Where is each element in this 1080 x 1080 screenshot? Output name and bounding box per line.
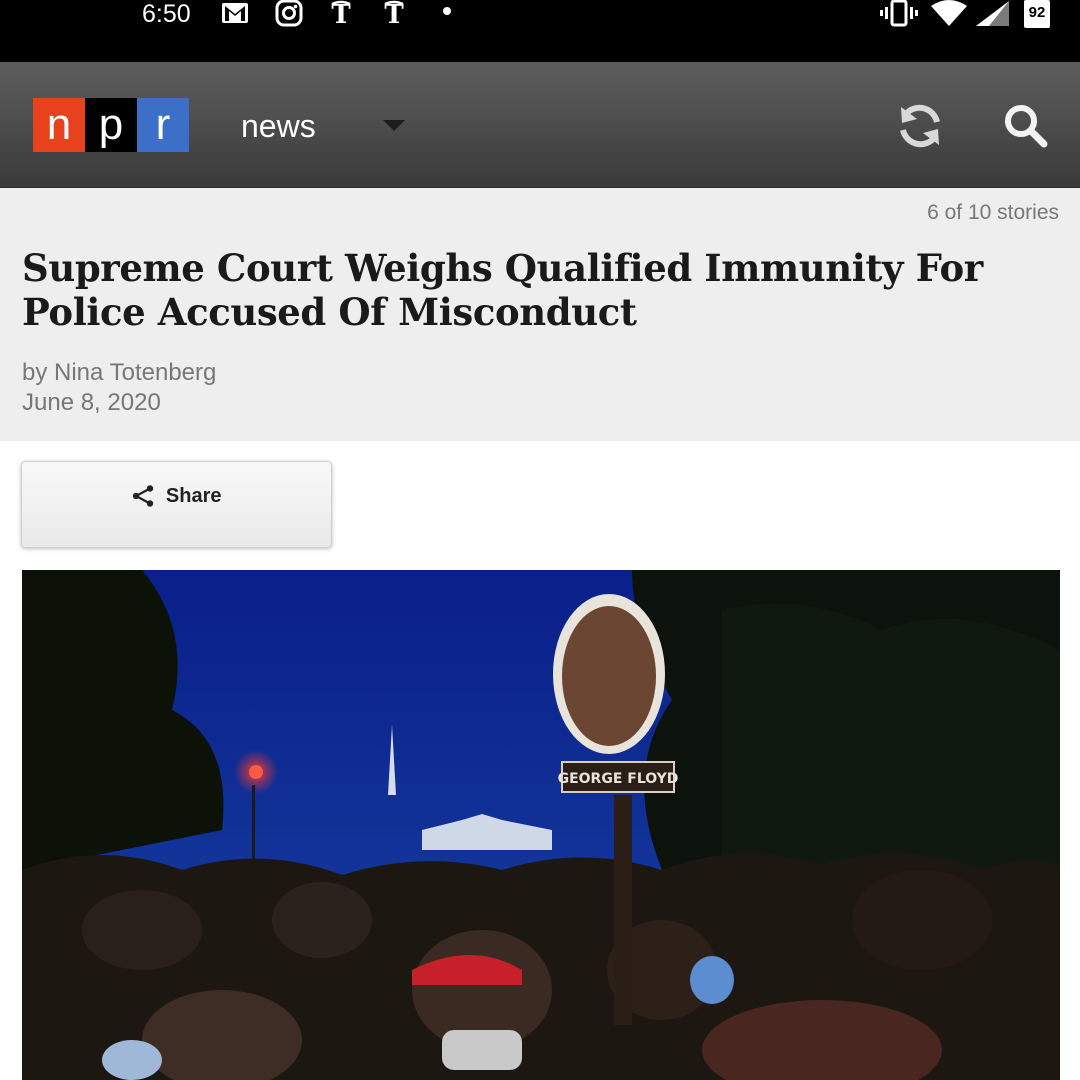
dropdown-caret-icon[interactable]: [383, 120, 405, 131]
status-time: 6:50: [142, 0, 191, 28]
article-header: 6 of 10 stories Supreme Court Weighs Qua…: [0, 188, 1080, 441]
logo-letter-r: r: [137, 98, 189, 152]
story-photo[interactable]: GEORGE FLOYD: [22, 570, 1060, 1080]
search-icon[interactable]: [1002, 102, 1050, 150]
refresh-icon[interactable]: [893, 99, 947, 153]
battery-icon: 92: [1024, 0, 1050, 28]
vibrate-icon: [880, 0, 918, 27]
section-selector[interactable]: news: [241, 106, 316, 146]
status-bar: 6:50 T T 92: [0, 0, 1080, 62]
gmail-icon: [222, 3, 248, 23]
logo-letter-p: p: [85, 98, 137, 152]
notification-dot-icon: [443, 7, 451, 15]
nyt-icon: T: [384, 0, 404, 28]
share-button[interactable]: Share: [21, 461, 332, 548]
sign-text: GEORGE FLOYD: [558, 771, 679, 787]
share-icon: [133, 485, 154, 507]
article-byline[interactable]: by Nina Totenberg: [22, 358, 216, 388]
cell-signal-icon: [976, 1, 1009, 26]
app-bar: n p r news: [0, 62, 1080, 188]
article-date: June 8, 2020: [22, 389, 161, 416]
story-counter: 6 of 10 stories: [927, 201, 1059, 224]
protest-photo-illustration: GEORGE FLOYD: [22, 570, 1060, 1080]
npr-logo[interactable]: n p r: [33, 98, 189, 152]
nyt-icon: T: [331, 0, 351, 28]
instagram-icon: [275, 0, 303, 27]
wifi-icon: [931, 0, 967, 26]
article-headline: Supreme Court Weighs Qualified Immunity …: [22, 246, 983, 334]
logo-letter-n: n: [33, 98, 85, 152]
battery-level: 92: [1028, 4, 1046, 21]
share-label: Share: [165, 484, 222, 507]
